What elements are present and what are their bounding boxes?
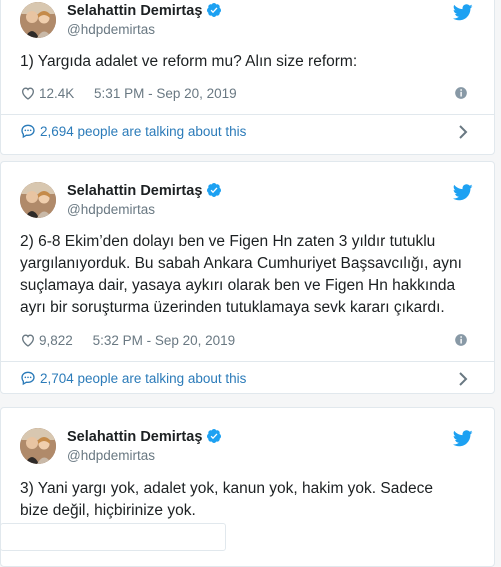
tweet-card[interactable]: Selahattin Demirtaş @hdpdemirtas 1) Yarg… [0,0,495,155]
tweet-text: 3) Yani yargı yok, adalet yok, kanun yok… [20,480,433,519]
heart-icon [21,334,35,347]
overlay-box [0,523,226,551]
info-icon[interactable] [454,86,468,100]
chevron-right-icon [459,125,468,139]
tweet-meta: 9,822 5:32 PM - Sep 20, 2019 [20,332,474,350]
timestamp-link[interactable]: 5:32 PM - Sep 20, 2019 [93,333,236,348]
like-count: 12.4K [39,86,75,101]
author-handle[interactable]: @hdpdemirtas [67,22,155,37]
tweet-card[interactable]: Selahattin Demirtaş @hdpdemirtas 2) 6-8 … [0,161,495,394]
info-icon[interactable] [454,333,468,347]
like-button[interactable]: 9,822 [20,333,89,348]
twitter-bird-icon[interactable] [453,4,473,21]
conversation-text: 2,694 people are talking about this [40,124,247,139]
author-handle[interactable]: @hdpdemirtas [67,448,155,463]
avatar-image [20,428,56,464]
author-name[interactable]: Selahattin Demirtaş [67,182,222,199]
avatar[interactable] [20,2,56,38]
author-handle[interactable]: @hdpdemirtas [67,202,155,217]
author-name[interactable]: Selahattin Demirtaş [67,428,222,445]
avatar-image [20,2,56,38]
conversation-text: 2,704 people are talking about this [40,371,247,386]
verified-badge-icon [207,429,222,443]
verified-badge-icon [207,183,222,197]
verified-badge-icon [207,3,222,17]
twitter-bird-icon[interactable] [453,430,473,447]
tweet-text: 1) Yargıda adalet ve reform mu? Alın siz… [20,53,358,70]
divider [1,114,494,115]
comment-bubble-icon [21,124,35,139]
conversation-link[interactable]: 2,704 people are talking about this [20,370,474,390]
twitter-bird-icon[interactable] [453,184,473,201]
timestamp-link[interactable]: 5:31 PM - Sep 20, 2019 [94,86,237,101]
conversation-link[interactable]: 2,694 people are talking about this [20,123,474,143]
chevron-right-icon [459,372,468,386]
like-button[interactable]: 12.4K [20,86,90,101]
like-count: 9,822 [39,333,73,348]
avatar-image [20,182,56,218]
author-name[interactable]: Selahattin Demirtaş [67,2,222,19]
tweet-meta: 12.4K 5:31 PM - Sep 20, 2019 [20,85,474,103]
tweet-text: 2) 6-8 Ekim’den dolayı ben ve Figen Hn z… [20,233,462,316]
heart-icon [21,87,35,100]
comment-bubble-icon [21,371,35,386]
avatar[interactable] [20,182,56,218]
avatar[interactable] [20,428,56,464]
divider [1,361,494,362]
